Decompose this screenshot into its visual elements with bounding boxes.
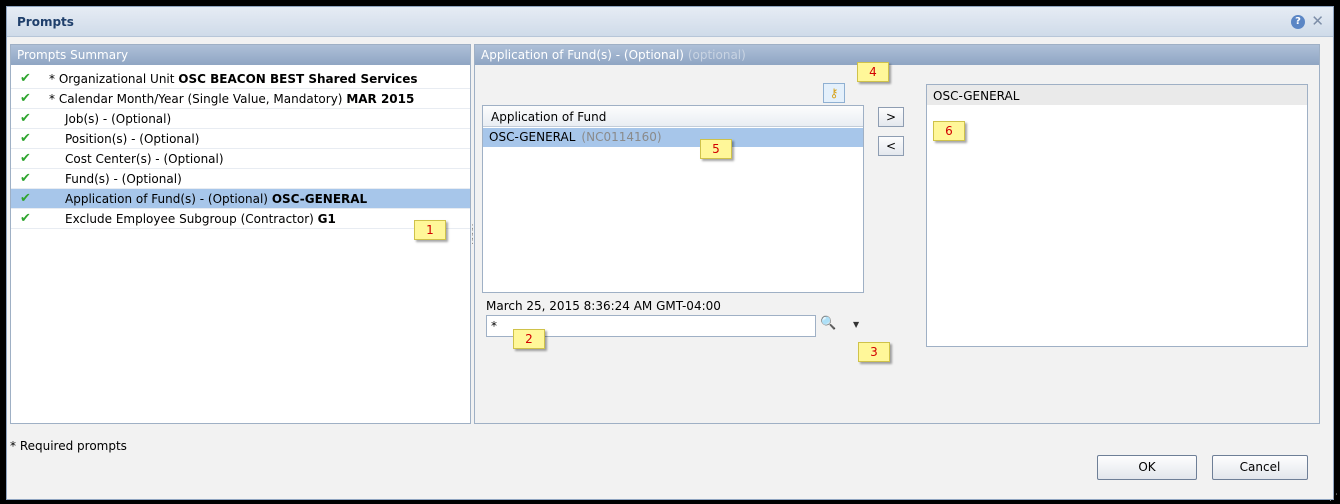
summary-row-text: Fund(s) - (Optional) bbox=[65, 172, 182, 186]
annotation-badge-6: 6 bbox=[933, 121, 965, 141]
check-icon: ✔ bbox=[20, 191, 31, 206]
summary-row[interactable]: ✔ Job(s) - (Optional) bbox=[11, 109, 470, 129]
summary-row-label: Fund(s) - (Optional) bbox=[65, 169, 182, 188]
summary-row[interactable]: ✔ Exclude Employee Subgroup (Contractor) … bbox=[11, 209, 470, 229]
summary-row-label: * Organizational Unit OSC BEACON BEST Sh… bbox=[49, 69, 418, 88]
help-icon[interactable]: ? bbox=[1291, 15, 1305, 29]
lov-row-key: (NC0114160) bbox=[581, 130, 662, 144]
dialog-titlebar: Prompts ? ✕ bbox=[7, 7, 1333, 37]
check-icon: ✔ bbox=[20, 211, 31, 226]
summary-row-label: Application of Fund(s) - (Optional) OSC-… bbox=[65, 189, 368, 208]
summary-row-text: Position(s) - (Optional) bbox=[65, 132, 200, 146]
check-icon: ✔ bbox=[20, 171, 31, 186]
annotation-badge-3: 3 bbox=[858, 342, 890, 362]
resize-grip[interactable]: ⋰ bbox=[1329, 494, 1338, 503]
summary-row-text: Job(s) - (Optional) bbox=[65, 112, 172, 126]
check-icon: ✔ bbox=[20, 131, 31, 146]
annotation-badge-2: 2 bbox=[513, 329, 545, 349]
key-icon: ⚷ bbox=[829, 86, 839, 100]
summary-row-text: * Organizational Unit bbox=[49, 72, 175, 86]
ok-button[interactable]: OK bbox=[1097, 455, 1197, 480]
search-options-icon[interactable]: 🔍 bbox=[820, 316, 840, 336]
prompts-summary-header: Prompts Summary bbox=[11, 45, 470, 65]
annotation-badge-5: 5 bbox=[700, 139, 732, 159]
summary-row-label: Job(s) - (Optional) bbox=[65, 109, 172, 128]
add-value-button[interactable]: > bbox=[878, 107, 904, 127]
summary-row-text: * Calendar Month/Year (Single Value, Man… bbox=[49, 92, 343, 106]
required-prompts-note: * Required prompts bbox=[10, 439, 127, 453]
close-icon[interactable]: ✕ bbox=[1311, 12, 1324, 30]
check-icon: ✔ bbox=[20, 151, 31, 166]
check-icon: ✔ bbox=[20, 71, 31, 86]
lov-row-value: OSC-GENERAL bbox=[489, 130, 576, 144]
summary-row[interactable]: ✔ Cost Center(s) - (Optional) bbox=[11, 149, 470, 169]
check-icon: ✔ bbox=[20, 111, 31, 126]
lov-column-header[interactable]: Application of Fund bbox=[483, 106, 863, 127]
annotation-badge-4: 4 bbox=[857, 62, 889, 82]
summary-row[interactable]: ✔ * Calendar Month/Year (Single Value, Ma… bbox=[11, 89, 470, 109]
summary-row-value: OSC BEACON BEST Shared Services bbox=[178, 72, 418, 86]
prompts-summary-list: ✔ * Organizational Unit OSC BEACON BEST S… bbox=[11, 69, 470, 229]
summary-row[interactable]: ✔ Application of Fund(s) - (Optional) OSC… bbox=[11, 189, 470, 209]
summary-row[interactable]: ✔ Fund(s) - (Optional) bbox=[11, 169, 470, 189]
summary-row-label: Position(s) - (Optional) bbox=[65, 129, 200, 148]
cancel-button[interactable]: Cancel bbox=[1212, 455, 1308, 480]
summary-row-value: MAR 2015 bbox=[346, 92, 415, 106]
summary-row-text: Exclude Employee Subgroup (Contractor) bbox=[65, 212, 314, 226]
summary-row-value: G1 bbox=[317, 212, 336, 226]
show-keys-button[interactable]: ⚷ bbox=[823, 83, 845, 103]
summary-row[interactable]: ✔ * Organizational Unit OSC BEACON BEST S… bbox=[11, 69, 470, 89]
summary-row-value: OSC-GENERAL bbox=[271, 192, 368, 206]
summary-row-text: Application of Fund(s) - (Optional) bbox=[65, 192, 268, 206]
summary-row-label: Exclude Employee Subgroup (Contractor) G… bbox=[65, 209, 336, 228]
selected-value-item[interactable]: OSC-GENERAL bbox=[927, 85, 1307, 105]
prompts-summary-panel: Prompts Summary ✔ * Organizational Unit O… bbox=[10, 44, 471, 424]
annotation-badge-1: 1 bbox=[414, 220, 446, 240]
lov-row[interactable]: OSC-GENERAL (NC0114160) bbox=[483, 128, 863, 147]
list-of-values: Application of Fund OSC-GENERAL (NC011416… bbox=[482, 105, 864, 293]
check-icon: ✔ bbox=[20, 91, 31, 106]
summary-row-label: Cost Center(s) - (Optional) bbox=[65, 149, 224, 168]
last-refresh-timestamp: March 25, 2015 8:36:24 AM GMT-04:00 bbox=[486, 299, 721, 313]
prompt-detail-header: Application of Fund(s) - (Optional) (opt… bbox=[475, 45, 1319, 65]
prompt-detail-optional: (optional) bbox=[687, 48, 746, 62]
summary-row-text: Cost Center(s) - (Optional) bbox=[65, 152, 224, 166]
selected-values-list: OSC-GENERAL bbox=[926, 84, 1308, 347]
dialog-title: Prompts bbox=[17, 15, 74, 29]
chevron-down-icon[interactable]: ▼ bbox=[853, 320, 859, 329]
prompt-detail-title: Application of Fund(s) - (Optional) bbox=[481, 48, 684, 62]
summary-row-label: * Calendar Month/Year (Single Value, Man… bbox=[49, 89, 415, 108]
summary-row[interactable]: ✔ Position(s) - (Optional) bbox=[11, 129, 470, 149]
remove-value-button[interactable]: < bbox=[878, 136, 904, 156]
